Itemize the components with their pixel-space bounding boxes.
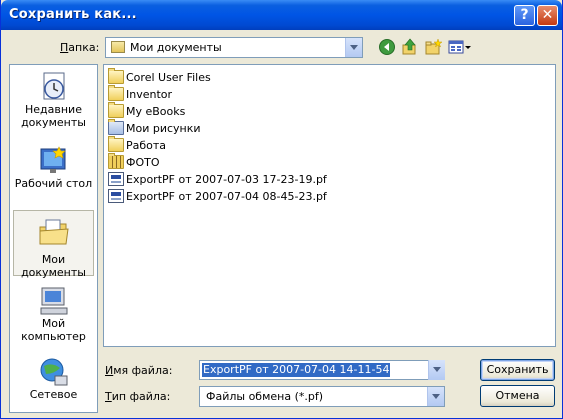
folder-icon: [108, 102, 124, 118]
list-item[interactable]: ФОТО: [108, 153, 160, 171]
places-item-my-documents[interactable]: Мои документы: [13, 210, 94, 279]
network-icon: [40, 358, 67, 386]
places-item-my-computer[interactable]: Мой компьютер: [10, 285, 97, 343]
filename-label: Имя файла:: [105, 364, 173, 377]
places-label-network: Сетевое: [29, 388, 78, 401]
save-button[interactable]: Сохранить: [480, 359, 555, 381]
file-name: Inventor: [126, 88, 173, 101]
folder-select-value: Мои документы: [130, 41, 222, 54]
folder-dropdown-arrow[interactable]: [345, 38, 362, 57]
window-title: Сохранить как...: [9, 7, 137, 22]
folder-icon: [108, 85, 124, 101]
filename-input-value: ExportPF от 2007-07-04 14-11-54: [202, 363, 391, 377]
places-label-my-documents: Мои документы: [21, 253, 86, 279]
folder-icon: [108, 136, 124, 152]
recent-documents-icon: [43, 72, 64, 100]
file-name: ExportPF от 2007-07-04 08-45-23.pf: [126, 190, 327, 203]
filename-input[interactable]: ExportPF от 2007-07-04 14-11-54: [199, 360, 445, 380]
filetype-label: Тип файла:: [105, 390, 171, 403]
list-item[interactable]: Мои рисунки: [108, 119, 201, 137]
save-as-dialog: Сохранить как... ? ✕ Папка: Мои документ…: [0, 0, 563, 419]
view-menu-icon[interactable]: [448, 38, 472, 56]
desktop-icon: [40, 146, 66, 173]
file-name: ФОТО: [126, 156, 160, 169]
new-folder-icon[interactable]: [425, 38, 443, 56]
filetype-select[interactable]: Файлы обмена (*.pf): [199, 386, 445, 407]
folder-select[interactable]: Мои документы: [105, 37, 363, 58]
filename-dropdown[interactable]: [428, 360, 445, 380]
folder-label: Папка:: [60, 41, 100, 54]
title-bar[interactable]: Сохранить как... ? ✕: [1, 0, 562, 30]
places-label-recent-2: документы: [21, 116, 86, 129]
document-icon: [108, 172, 124, 186]
list-item[interactable]: ExportPF от 2007-07-04 08-45-23.pf: [108, 188, 327, 205]
list-item[interactable]: My eBooks: [108, 102, 186, 120]
filetype-select-value: Файлы обмена (*.pf): [206, 390, 324, 403]
places-item-recent[interactable]: Недавние документы: [10, 71, 97, 129]
document-icon: [108, 189, 124, 203]
up-folder-icon[interactable]: [401, 38, 419, 56]
file-name: My eBooks: [126, 105, 186, 118]
file-name: ExportPF от 2007-07-03 17-23-19.pf: [126, 173, 327, 186]
my-documents-small-icon: [111, 41, 125, 53]
list-item[interactable]: ExportPF от 2007-07-03 17-23-19.pf: [108, 171, 327, 188]
file-name: Работа: [126, 139, 167, 152]
file-list[interactable]: Corel User Files Inventor My eBooks Мои …: [103, 64, 556, 347]
filename-dropdown-arrow[interactable]: [428, 360, 445, 380]
my-documents-icon: [39, 219, 69, 245]
file-name: Corel User Files: [126, 71, 211, 84]
places-item-desktop[interactable]: Рабочий стол: [10, 145, 97, 190]
places-label-my-computer-2: компьютер: [21, 330, 86, 343]
close-button[interactable]: ✕: [537, 5, 558, 26]
places-bar: Недавние документы Рабочий стол Мои доку…: [9, 64, 98, 413]
photo-folder-icon: [108, 153, 124, 169]
list-item[interactable]: Работа: [108, 136, 167, 154]
folder-icon: [108, 68, 124, 84]
places-item-network[interactable]: Сетевое: [10, 356, 97, 401]
back-icon[interactable]: [378, 38, 396, 56]
filetype-dropdown-arrow[interactable]: [427, 387, 444, 406]
cancel-button[interactable]: Отмена: [480, 385, 555, 407]
list-item[interactable]: Corel User Files: [108, 68, 211, 86]
places-label-recent-1: Недавние: [25, 103, 82, 116]
file-name: Мои рисунки: [126, 122, 201, 135]
places-label-my-computer-1: Мой: [41, 317, 66, 330]
help-button[interactable]: ?: [514, 5, 535, 26]
pictures-folder-icon: [108, 119, 124, 135]
places-label-desktop: Рабочий стол: [14, 177, 93, 190]
list-item[interactable]: Inventor: [108, 85, 173, 103]
my-computer-icon: [40, 287, 67, 315]
